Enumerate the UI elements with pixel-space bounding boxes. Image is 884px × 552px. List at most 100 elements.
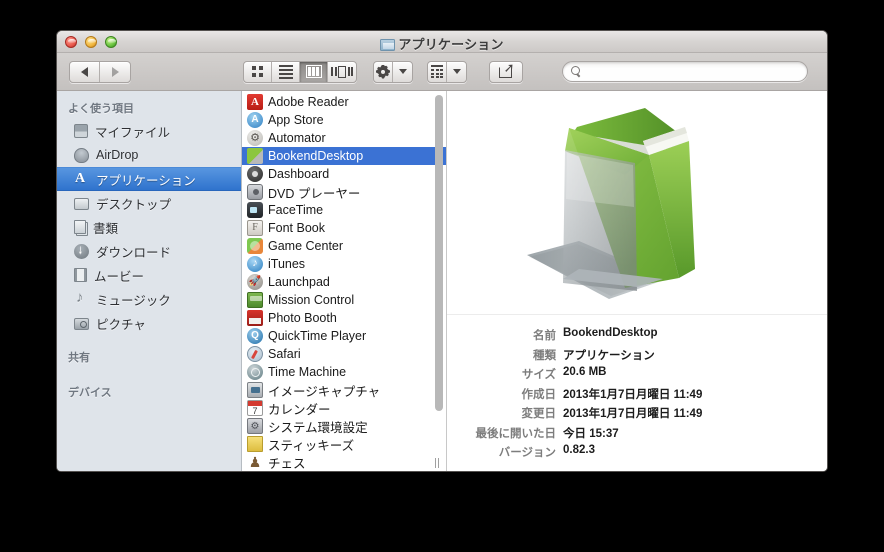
action-menu-caret[interactable]	[393, 62, 412, 82]
action-menu-button[interactable]	[373, 60, 413, 83]
itunes-icon	[247, 256, 263, 272]
arrange-icon	[431, 65, 443, 78]
file-name: イメージキャプチャ	[268, 384, 381, 399]
file-row[interactable]: カレンダー	[242, 399, 446, 417]
scrollbar-thumb[interactable]	[435, 95, 443, 411]
sidebar-item-label: マイファイル	[95, 125, 171, 140]
sidebar-header-shared: 共有	[68, 352, 90, 364]
file-row[interactable]: Safari	[242, 345, 446, 363]
file-row-partial[interactable]	[242, 471, 446, 472]
preview-pane: 名前 BookendDesktop 種類 アプリケーション サイズ 20.6 M…	[447, 91, 827, 471]
list-icon	[278, 64, 293, 79]
file-name: DVD プレーヤー	[268, 186, 361, 201]
file-name: Launchpad	[268, 275, 330, 289]
sidebar-header-favorites: よく使う項目	[68, 103, 134, 115]
file-name: チェス	[268, 456, 306, 471]
list-view-button[interactable]	[272, 61, 300, 82]
stickies-icon	[247, 436, 263, 452]
file-row[interactable]: システム環境設定	[242, 417, 446, 435]
metadata-row-kind: 種類 アプリケーション	[455, 347, 827, 363]
file-name: iTunes	[268, 257, 306, 271]
file-row[interactable]: スティッキーズ	[242, 435, 446, 453]
metadata-row-version: バージョン 0.82.3	[455, 444, 827, 460]
movies-icon	[74, 268, 87, 282]
grid-icon	[252, 66, 263, 77]
arrange-menu-button[interactable]	[427, 60, 467, 83]
metadata-row-created: 作成日 2013年1月7日月曜日 11:49	[455, 386, 827, 402]
music-icon	[74, 289, 89, 307]
share-button-inner[interactable]	[490, 62, 522, 82]
sidebar-item-downloads[interactable]: ダウンロード	[57, 239, 241, 263]
metadata-label: 名前	[533, 330, 556, 342]
share-button[interactable]	[489, 60, 523, 83]
launchpad-icon	[247, 274, 263, 290]
file-row[interactable]: Time Machine	[242, 363, 446, 381]
column-view-button[interactable]	[300, 61, 328, 82]
file-name: Photo Booth	[268, 311, 337, 325]
file-row-selected[interactable]: BookendDesktop	[242, 147, 446, 165]
search-icon	[571, 66, 582, 77]
sidebar-item-applications[interactable]: アプリケーション	[57, 167, 241, 191]
file-row[interactable]: Automator	[242, 129, 446, 147]
arrange-menu-glyph[interactable]	[428, 61, 447, 82]
file-name: Dashboard	[268, 167, 330, 181]
file-row[interactable]: FaceTime	[242, 201, 446, 219]
metadata-value: アプリケーション	[563, 349, 655, 362]
calendar-icon	[247, 400, 263, 416]
file-row[interactable]: Dashboard	[242, 165, 446, 183]
sidebar-item-desktop[interactable]: デスクトップ	[57, 191, 241, 215]
icon-view-button[interactable]	[244, 61, 272, 82]
file-row[interactable]: Mission Control	[242, 291, 446, 309]
file-row[interactable]: イメージキャプチャ	[242, 381, 446, 399]
file-row[interactable]: チェス	[242, 453, 446, 471]
mission-control-icon	[247, 292, 263, 308]
navigation-buttons	[69, 60, 131, 83]
file-row[interactable]: iTunes	[242, 255, 446, 273]
file-name: システム環境設定	[268, 420, 368, 435]
file-row[interactable]: Adobe Reader	[242, 93, 446, 111]
sidebar-item-movies[interactable]: ムービー	[57, 263, 241, 287]
sidebar-item-pictures[interactable]: ピクチャ	[57, 311, 241, 335]
column-scrollbar[interactable]	[435, 95, 443, 450]
folder-icon	[380, 39, 396, 51]
window-title-text: アプリケーション	[398, 37, 504, 52]
airdrop-icon	[74, 147, 89, 163]
sidebar-item-label: デスクトップ	[96, 197, 172, 212]
sidebar-item-music[interactable]: ミュージック	[57, 287, 241, 311]
columns-icon	[305, 65, 322, 78]
search-input[interactable]	[586, 65, 799, 78]
column-resize-handle[interactable]	[433, 458, 441, 468]
system-preferences-icon	[247, 418, 263, 434]
documents-icon	[74, 220, 86, 234]
sidebar-item-documents[interactable]: 書類	[57, 215, 241, 239]
bookend-desktop-large-icon	[527, 108, 695, 299]
sidebar-item-airdrop[interactable]: AirDrop	[57, 143, 241, 167]
dashboard-icon	[247, 166, 263, 182]
file-name: カレンダー	[268, 402, 331, 417]
action-menu-gear[interactable]	[374, 61, 393, 82]
file-row[interactable]: Game Center	[242, 237, 446, 255]
coverflow-view-button[interactable]	[328, 62, 356, 82]
file-row[interactable]: App Store	[242, 111, 446, 129]
file-row[interactable]: Font Book	[242, 219, 446, 237]
back-button[interactable]	[70, 61, 100, 82]
search-field[interactable]	[562, 61, 808, 82]
file-row[interactable]: Launchpad	[242, 273, 446, 291]
arrange-menu-caret[interactable]	[447, 62, 466, 82]
forward-button[interactable]	[100, 62, 130, 82]
bookend-desktop-icon	[247, 148, 263, 164]
metadata-row-last-opened: 最後に開いた日 今日 15:37	[455, 425, 827, 441]
facetime-icon	[247, 202, 263, 218]
sidebar-item-label: ムービー	[94, 269, 145, 284]
metadata-value: 今日 15:37	[563, 427, 619, 440]
sidebar-item-label: ピクチャ	[96, 317, 146, 332]
metadata-value: BookendDesktop	[563, 327, 658, 339]
finder-window: アプリケーション ➚ よく使う項目 マイファイル AirDrop A アプリケー…	[56, 30, 828, 472]
share-icon	[498, 62, 514, 78]
sidebar-item-my-files[interactable]: マイファイル	[57, 119, 241, 143]
file-row[interactable]: DVD プレーヤー	[242, 183, 446, 201]
file-row[interactable]: Photo Booth	[242, 309, 446, 327]
file-row[interactable]: QuickTime Player	[242, 327, 446, 345]
metadata-row-modified: 変更日 2013年1月7日月曜日 11:49	[455, 405, 827, 421]
chevron-down-icon	[398, 69, 407, 74]
